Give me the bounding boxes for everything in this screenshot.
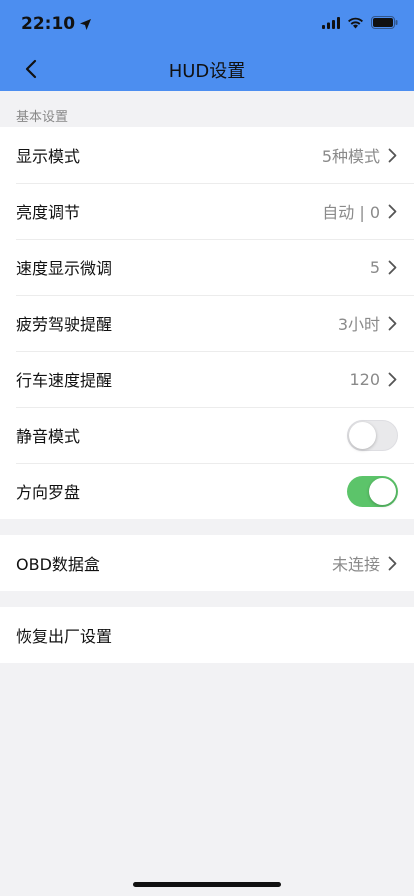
location-arrow-icon: [80, 18, 92, 30]
signal-icon: [322, 16, 340, 29]
row-label: 显示模式: [16, 147, 81, 166]
status-time: 22:10: [21, 14, 92, 34]
status-time-text: 22:10: [21, 14, 76, 34]
row-mute-mode: 静音模式: [0, 407, 414, 463]
section-caption-basic: 基本设置: [16, 110, 69, 125]
row-brightness[interactable]: 亮度调节 自动 | 0: [0, 183, 414, 239]
chevron-right-icon: [388, 555, 398, 571]
header-bar: 22:10 HUD设置: [0, 0, 414, 91]
row-label: 亮度调节: [16, 203, 81, 222]
row-speed-calibration[interactable]: 速度显示微调 5: [0, 239, 414, 295]
home-indicator[interactable]: [133, 882, 281, 887]
row-obd-box[interactable]: OBD数据盒 未连接: [0, 535, 414, 591]
row-label: 静音模式: [16, 427, 81, 446]
row-value: 3小时: [337, 315, 380, 334]
battery-icon: [371, 16, 398, 29]
wifi-icon: [348, 17, 363, 28]
row-label: 疲劳驾驶提醒: [16, 315, 113, 334]
reset-group: 恢复出厂设置: [0, 607, 414, 663]
row-label: 速度显示微调: [16, 259, 113, 278]
row-compass: 方向罗盘: [0, 463, 414, 519]
compass-toggle[interactable]: [347, 475, 398, 507]
chevron-right-icon: [388, 203, 398, 219]
row-label: OBD数据盒: [16, 555, 100, 574]
chevron-right-icon: [388, 259, 398, 275]
obd-group: OBD数据盒 未连接: [0, 535, 414, 591]
chevron-right-icon: [388, 315, 398, 331]
row-label: 恢复出厂设置: [16, 627, 113, 646]
row-fatigue-reminder[interactable]: 疲劳驾驶提醒 3小时: [0, 295, 414, 351]
row-display-mode[interactable]: 显示模式 5种模式: [0, 127, 414, 183]
toggle-knob: [369, 477, 396, 505]
toggle-knob: [349, 421, 376, 449]
chevron-right-icon: [388, 147, 398, 163]
page-title: HUD设置: [168, 61, 246, 82]
mute-mode-toggle[interactable]: [347, 419, 398, 451]
row-value: 5种模式: [321, 147, 380, 166]
status-icons: [322, 16, 398, 29]
row-value: 未连接: [331, 555, 380, 574]
row-factory-reset[interactable]: 恢复出厂设置: [0, 607, 414, 663]
row-label: 方向罗盘: [16, 483, 81, 502]
row-value: 自动 | 0: [322, 203, 380, 222]
basic-settings-group: 显示模式 5种模式 亮度调节 自动 | 0 速度显示微调 5 疲劳驾驶提醒 3小…: [0, 127, 414, 519]
chevron-right-icon: [388, 371, 398, 387]
row-label: 行车速度提醒: [16, 371, 113, 390]
row-value: 120: [349, 369, 380, 389]
row-speed-reminder[interactable]: 行车速度提醒 120: [0, 351, 414, 407]
row-value: 5: [369, 257, 380, 277]
